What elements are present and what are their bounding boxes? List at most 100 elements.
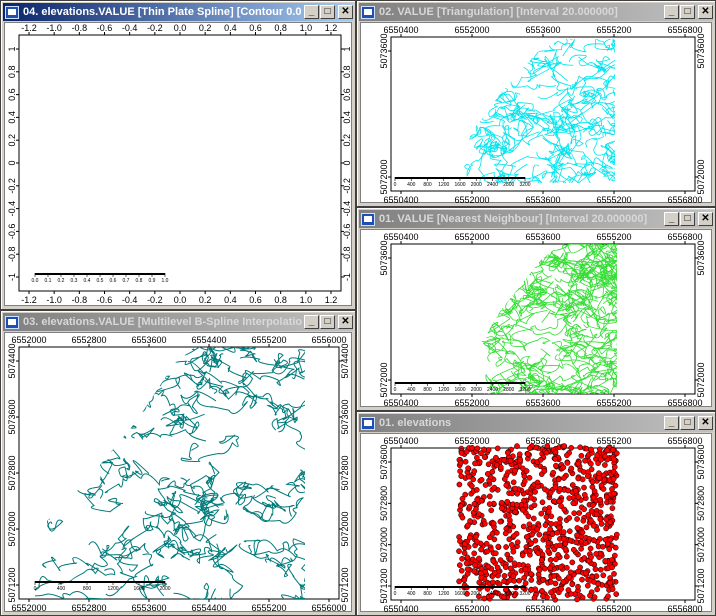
elevation-point bbox=[524, 451, 531, 457]
scale-label: 2800 bbox=[503, 387, 514, 393]
x-tick-label-bottom: -0.8 bbox=[72, 295, 88, 305]
elevation-point bbox=[565, 487, 571, 494]
maximize-button[interactable]: □ bbox=[320, 5, 335, 19]
maximize-button[interactable]: □ bbox=[680, 416, 695, 430]
elevation-point bbox=[543, 449, 550, 456]
y-tick-label-right: -0.4 bbox=[342, 201, 352, 217]
scale-label: 1200 bbox=[107, 586, 118, 592]
x-tick-label-bottom: 6552800 bbox=[71, 603, 106, 613]
y-tick-label-right: 0.8 bbox=[342, 66, 352, 79]
scale-label: 800 bbox=[83, 586, 92, 592]
close-button[interactable]: ✕ bbox=[338, 5, 353, 19]
window-01-elevations[interactable]: 01. elevations _ □ ✕ 6550400 6550400 65520… bbox=[356, 411, 716, 616]
minimize-button[interactable]: _ bbox=[304, 315, 319, 329]
scale-label: 1.0 bbox=[162, 278, 169, 284]
elevation-point bbox=[457, 538, 463, 545]
scale-bar: 0 400 800 1200 1600 2000 2400 2800 3200 bbox=[394, 177, 531, 188]
elevation-point bbox=[592, 566, 599, 573]
elevation-point bbox=[604, 447, 610, 454]
contour-line bbox=[72, 425, 137, 481]
elevation-point bbox=[575, 568, 581, 575]
contour-line bbox=[42, 405, 117, 445]
window-04-thin-plate-spline[interactable]: 04. elevations.VALUE [Thin Plate Spline]… bbox=[0, 0, 356, 310]
map-view[interactable]: 6552000 6552000 6552800 6552800 6553600 65536… bbox=[4, 332, 353, 613]
x-tick-label-bottom: -0.4 bbox=[122, 295, 138, 305]
elevation-point bbox=[588, 466, 595, 473]
minimize-button[interactable]: _ bbox=[664, 416, 679, 430]
elevation-point bbox=[469, 445, 476, 451]
elevation-point bbox=[610, 468, 617, 475]
contour-line bbox=[168, 539, 202, 561]
elevation-point bbox=[560, 535, 567, 542]
scale-label: 2400 bbox=[487, 387, 498, 393]
elevation-point bbox=[471, 468, 478, 474]
y-tick-label-right: 1 bbox=[342, 46, 352, 51]
contour-line bbox=[111, 347, 135, 366]
elevation-point bbox=[555, 476, 562, 483]
elevation-point bbox=[486, 493, 493, 500]
elevation-point bbox=[526, 445, 533, 452]
x-tick-label-top: 6552000 bbox=[454, 436, 489, 446]
elevation-point bbox=[489, 468, 496, 475]
elevation-point bbox=[553, 556, 559, 563]
elevation-point bbox=[490, 520, 497, 527]
maximize-button[interactable]: □ bbox=[680, 5, 695, 19]
elevation-point bbox=[574, 525, 581, 531]
map-canvas[interactable]: 6550400655040065520006552000655360065536… bbox=[361, 230, 713, 408]
elevation-point bbox=[503, 544, 509, 550]
close-button[interactable]: ✕ bbox=[338, 315, 353, 329]
map-canvas[interactable]: 6552000655200065528006552800655360065536… bbox=[5, 333, 353, 613]
elevation-point bbox=[579, 476, 586, 483]
map-canvas[interactable]: -1.2 -1.2 -1.0 -1.0 -0.8 -0.8 -0.6 -0.6 -0.4 -0.4… bbox=[5, 23, 353, 307]
map-view[interactable]: -1.2 -1.2 -1.0 -1.0 -0.8 -0.8 -0.6 -0.6 -0.4 -0.4… bbox=[4, 22, 352, 306]
map-view[interactable]: 6550400 6550400 6552000 6552000 6553600 65536… bbox=[360, 22, 713, 204]
elevation-point bbox=[542, 533, 549, 540]
maximize-button[interactable]: □ bbox=[320, 315, 335, 329]
elevation-point bbox=[516, 577, 522, 584]
elevation-point bbox=[564, 452, 570, 459]
map-view[interactable]: 6550400 6550400 6552000 6552000 6553600 65536… bbox=[360, 433, 713, 613]
elevation-point bbox=[471, 501, 478, 507]
minimize-button[interactable]: _ bbox=[664, 212, 679, 226]
map-canvas[interactable]: 6550400655040065520006552000655360065536… bbox=[361, 434, 713, 613]
elevation-point bbox=[611, 464, 618, 470]
contour-line bbox=[59, 444, 97, 471]
title-bar[interactable]: 02. VALUE [Triangulation] [Interval 20.0… bbox=[359, 3, 713, 21]
contour-line bbox=[488, 83, 516, 118]
title-bar[interactable]: 01. elevations _ □ ✕ bbox=[359, 414, 713, 432]
elevation-point bbox=[516, 451, 523, 458]
title-bar[interactable]: 04. elevations.VALUE [Thin Plate Spline]… bbox=[3, 3, 353, 21]
close-button[interactable]: ✕ bbox=[698, 212, 713, 226]
window-03-multilevel-b-spline[interactable]: 03. elevations.VALUE [Multilevel B-Splin… bbox=[0, 310, 356, 616]
window-02-triangulation[interactable]: 02. VALUE [Triangulation] [Interval 20.0… bbox=[356, 0, 716, 207]
elevation-point bbox=[497, 557, 504, 563]
maximize-button[interactable]: □ bbox=[680, 212, 695, 226]
scale-label: 2400 bbox=[487, 182, 498, 188]
title-bar[interactable]: 01. VALUE [Nearest Neighbour] [Interval … bbox=[359, 210, 713, 228]
elevation-point bbox=[458, 450, 465, 456]
y-tick-label-right: 0.6 bbox=[342, 88, 352, 101]
minimize-button[interactable]: _ bbox=[304, 5, 319, 19]
y-tick-label-right: 0 bbox=[342, 160, 352, 165]
title-bar[interactable]: 03. elevations.VALUE [Multilevel B-Splin… bbox=[3, 313, 353, 331]
close-button[interactable]: ✕ bbox=[698, 5, 713, 19]
elevation-point bbox=[501, 573, 508, 579]
elevation-point bbox=[584, 582, 591, 589]
elevation-point bbox=[478, 450, 484, 457]
close-button[interactable]: ✕ bbox=[698, 416, 713, 430]
elevation-point bbox=[465, 522, 471, 529]
scale-label: 1200 bbox=[438, 591, 449, 597]
y-tick-label-right: -0.2 bbox=[342, 178, 352, 194]
elevation-point bbox=[587, 592, 593, 599]
elevation-point bbox=[557, 542, 563, 549]
elevation-point bbox=[456, 578, 462, 585]
window-01-nearest-neighbour[interactable]: 01. VALUE [Nearest Neighbour] [Interval … bbox=[356, 207, 716, 411]
map-canvas[interactable]: 6550400655040065520006552000655360065536… bbox=[361, 23, 713, 204]
contour-line bbox=[276, 416, 305, 465]
elevation-point bbox=[557, 564, 564, 570]
elevation-point bbox=[567, 569, 574, 576]
y-tick-label-right: 0.4 bbox=[342, 111, 352, 124]
elevation-point bbox=[545, 548, 552, 555]
minimize-button[interactable]: _ bbox=[664, 5, 679, 19]
map-view[interactable]: 6550400 6550400 6552000 6552000 6553600 65536… bbox=[360, 229, 713, 408]
